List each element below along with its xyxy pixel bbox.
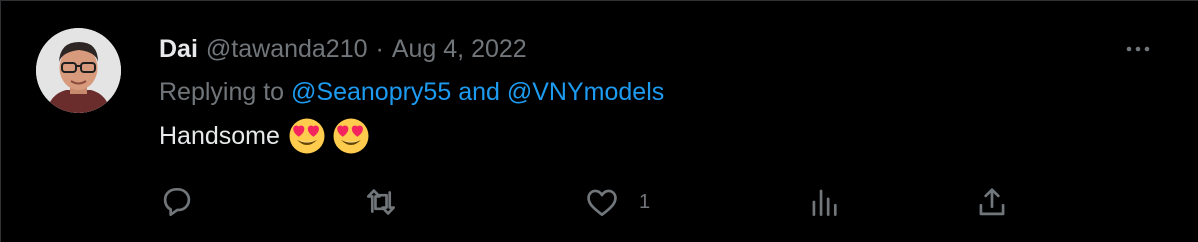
like-button[interactable]: 1 [583, 182, 650, 222]
reply-icon [163, 187, 191, 217]
tweet-content: Dai @tawanda210 · Aug 4, 2022 Replying t… [159, 29, 1158, 157]
user-handle[interactable]: @tawanda210 [206, 35, 368, 64]
display-name[interactable]: Dai [159, 35, 198, 64]
tweet-header: Dai @tawanda210 · Aug 4, 2022 [159, 29, 1158, 69]
tweet-text: Handsome [159, 115, 1158, 157]
avatar[interactable] [36, 28, 121, 113]
mention-joiner[interactable]: and [458, 78, 500, 106]
avatar-photo [36, 28, 121, 113]
replying-to-line: Replying to @Seanopry55 and @VNYmodels [159, 77, 1158, 107]
more-options-button[interactable] [1118, 33, 1158, 65]
separator-dot: · [375, 34, 384, 63]
replying-to-label: Replying to [159, 78, 285, 106]
emoji-group [288, 117, 370, 155]
like-count: 1 [639, 190, 651, 213]
retweet-button[interactable] [362, 182, 418, 222]
tweet-date[interactable]: Aug 4, 2022 [392, 35, 527, 64]
mention-link-2[interactable]: @VNYmodels [507, 78, 664, 106]
share-icon [979, 188, 1005, 216]
mention-link-1[interactable]: @Seanopry55 [291, 78, 451, 106]
heart-icon [587, 189, 617, 217]
tweet-card[interactable]: Dai @tawanda210 · Aug 4, 2022 Replying t… [0, 0, 1198, 242]
share-button[interactable] [973, 182, 1011, 222]
heart-eyes-emoji-icon [289, 118, 325, 154]
heart-eyes-emoji-icon [333, 118, 369, 154]
reply-button[interactable] [158, 182, 214, 222]
analytics-button[interactable] [806, 182, 862, 222]
more-dots-icon [1126, 46, 1150, 52]
analytics-icon [812, 189, 837, 217]
retweet-icon [366, 189, 396, 215]
tweet-actions: 1 [158, 182, 1018, 222]
tweet-text-body: Handsome [159, 122, 280, 150]
